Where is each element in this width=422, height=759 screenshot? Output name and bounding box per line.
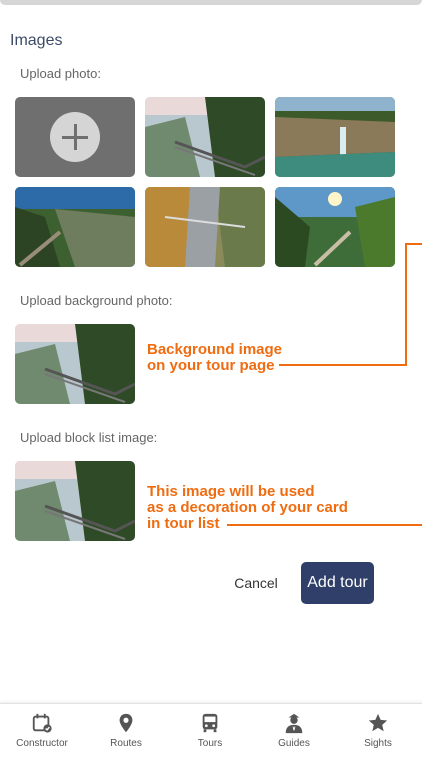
upload-block-label: Upload block list image: [20,430,158,445]
background-photo-thumbnail[interactable] [15,324,135,404]
background-annotation: Background image on your tour page [147,342,282,374]
location-pin-icon [119,713,133,733]
photo-thumbnail[interactable] [275,187,395,267]
annotation-connector [279,364,407,366]
nav-item-constructor[interactable]: Constructor [0,712,84,749]
add-photo-button[interactable] [15,97,135,177]
plus-icon [50,112,100,162]
nav-label: Guides [278,738,310,749]
section-title: Images [10,32,63,49]
nav-item-sights[interactable]: Sights [336,712,420,749]
photo-thumbnail[interactable] [145,97,265,177]
cancel-button[interactable]: Cancel [228,572,284,594]
photo-thumbnail[interactable] [275,97,395,177]
nav-label: Sights [364,738,392,749]
bottom-navigation: Constructor Routes Tours Guides Sights [0,703,422,759]
upload-photo-label: Upload photo: [20,66,101,81]
guide-icon [285,713,303,734]
add-tour-button[interactable]: Add tour [301,562,374,604]
background-annotation-line2: on your tour page [147,357,275,374]
nav-label: Constructor [16,738,68,749]
photo-thumbnail[interactable] [145,187,265,267]
star-icon [368,713,388,732]
annotation-connector [227,524,422,526]
block-annotation-line1: This image will be used [147,483,315,500]
block-list-image-thumbnail[interactable] [15,461,135,541]
upload-background-label: Upload background photo: [20,293,173,308]
annotation-connector [405,243,407,366]
photo-thumbnail[interactable] [15,187,135,267]
block-annotation-line2: as a decoration of your card [147,499,348,516]
annotation-connector [405,243,422,245]
nav-item-tours[interactable]: Tours [168,712,252,749]
bus-icon [202,713,218,733]
background-annotation-line1: Background image [147,341,283,358]
nav-label: Tours [197,738,223,749]
calendar-icon [32,713,52,733]
nav-item-routes[interactable]: Routes [84,712,168,749]
nav-label: Routes [110,738,142,749]
nav-item-guides[interactable]: Guides [252,712,336,749]
top-sheet-edge [0,0,422,5]
